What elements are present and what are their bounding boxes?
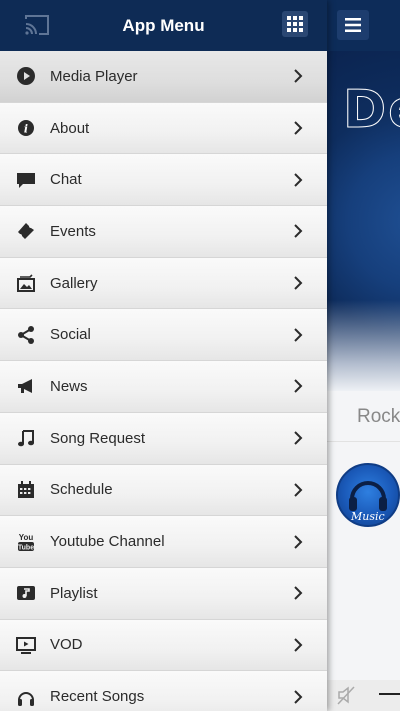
menu-item-news[interactable]: News (0, 361, 327, 413)
menu-item-about[interactable]: i About (0, 102, 327, 155)
headphones-icon (16, 687, 36, 707)
banner-fade (326, 300, 400, 391)
menu-item-label: Playlist (50, 584, 98, 602)
svg-text:Tube: Tube (18, 544, 34, 551)
gallery-icon (16, 273, 36, 293)
mute-icon[interactable] (335, 684, 357, 706)
tv-icon (16, 635, 36, 655)
drawer-title: App Menu (122, 16, 205, 35)
content-area (326, 391, 400, 711)
banner-logo-text: De (342, 80, 400, 141)
hamburger-icon (345, 18, 361, 32)
calendar-icon (16, 480, 36, 500)
chevron-right-icon (294, 586, 303, 600)
volume-slider[interactable] (379, 693, 400, 695)
menu-item-label: Recent Songs (50, 688, 145, 706)
drawer-menu-list: Media Player i About Chat Events Gallery… (0, 51, 327, 711)
play-circle-icon (16, 66, 36, 86)
grid-view-button[interactable] (282, 11, 308, 37)
menu-item-schedule[interactable]: Schedule (0, 464, 327, 517)
menu-item-label: Gallery (50, 274, 98, 292)
menu-item-song-request[interactable]: Song Request (0, 412, 327, 465)
menu-item-label: Schedule (50, 481, 113, 499)
chevron-right-icon (294, 534, 303, 549)
music-logo-text: Music (351, 510, 385, 523)
chevron-right-icon (294, 431, 303, 445)
ticket-icon (16, 221, 36, 241)
navigation-drawer: App Menu Media Player i About Chat Event… (0, 0, 327, 711)
menu-item-chat[interactable]: Chat (0, 154, 327, 207)
megaphone-icon (16, 376, 36, 396)
chevron-right-icon (294, 379, 303, 394)
playlist-icon (16, 583, 36, 603)
youtube-icon: You Tube (16, 532, 36, 552)
menu-item-label: About (50, 119, 90, 137)
menu-item-label: Chat (50, 171, 82, 189)
chevron-right-icon (294, 276, 303, 290)
chevron-right-icon (294, 173, 303, 187)
hamburger-menu-button[interactable] (337, 10, 369, 40)
svg-text:i: i (24, 123, 28, 136)
menu-item-media-player[interactable]: Media Player (0, 51, 327, 103)
svg-text:You: You (19, 533, 34, 542)
chevron-right-icon (294, 689, 303, 704)
menu-item-recent-songs[interactable]: Recent Songs (0, 671, 327, 711)
chat-bubble-icon (16, 170, 36, 190)
drawer-header: App Menu (0, 0, 327, 51)
chevron-right-icon (294, 69, 303, 84)
chevron-right-icon (294, 328, 303, 342)
grid-icon (287, 16, 291, 20)
menu-item-vod[interactable]: VOD (0, 619, 327, 672)
menu-item-label: News (50, 377, 88, 395)
menu-item-social[interactable]: Social (0, 309, 327, 362)
menu-item-events[interactable]: Events (0, 206, 327, 258)
menu-item-label: Song Request (50, 429, 146, 447)
menu-item-label: Youtube Channel (50, 533, 165, 551)
chevron-right-icon (294, 121, 303, 135)
menu-item-youtube-channel[interactable]: You Tube Youtube Channel (0, 516, 327, 568)
chevron-right-icon (294, 224, 303, 239)
info-icon: i (16, 118, 36, 138)
menu-item-label: Social (50, 326, 91, 344)
menu-item-label: Events (50, 222, 96, 240)
divider (326, 441, 400, 442)
menu-item-gallery[interactable]: Gallery (0, 257, 327, 310)
share-icon (16, 325, 36, 345)
menu-item-label: VOD (50, 636, 83, 654)
menu-item-label: Media Player (50, 67, 138, 85)
music-note-icon (16, 428, 36, 448)
menu-item-playlist[interactable]: Playlist (0, 567, 327, 620)
chevron-right-icon (294, 483, 303, 497)
chevron-right-icon (294, 638, 303, 652)
genre-tab[interactable]: Rock (357, 406, 400, 428)
